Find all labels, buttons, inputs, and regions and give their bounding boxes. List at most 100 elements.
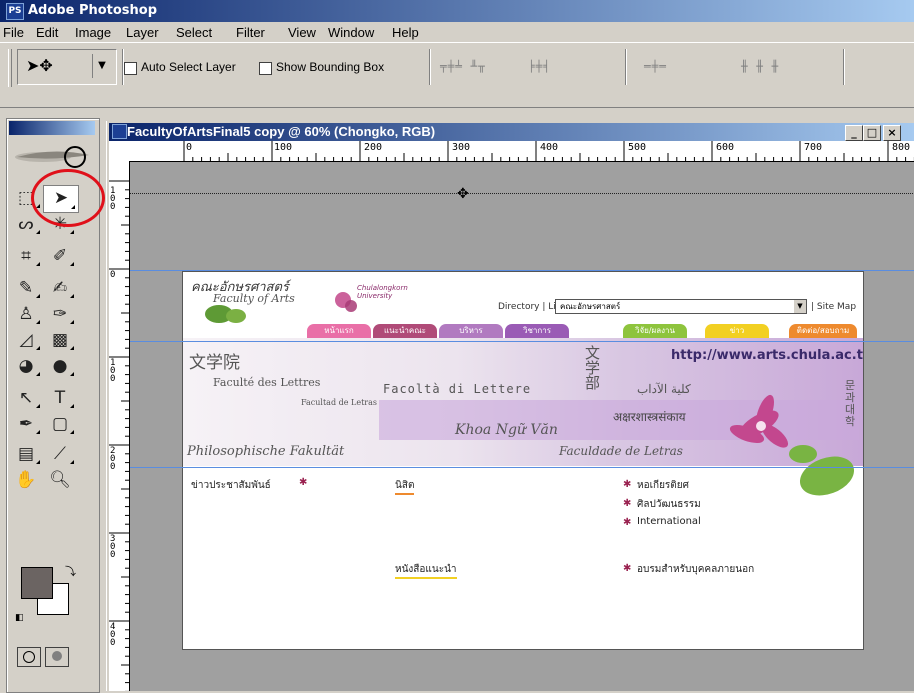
banner-hindi: अक्षरशास्त्रसंकाय bbox=[613, 410, 686, 424]
minimize-button[interactable]: _ bbox=[845, 125, 863, 141]
close-button[interactable]: × bbox=[883, 125, 901, 141]
nav-tab[interactable]: หน้าแรก bbox=[307, 324, 371, 338]
banner-french: Faculté des Lettres bbox=[213, 376, 321, 389]
menu-filter[interactable]: Filter bbox=[236, 25, 265, 40]
align-left-icons[interactable]: ╞╪╡ bbox=[528, 60, 551, 76]
banner-latin-small: Facultad de Letras bbox=[301, 398, 377, 407]
banner-japanese: 文学部 bbox=[585, 344, 601, 392]
menu-file[interactable]: File bbox=[3, 25, 24, 40]
banner-vietnamese: Khoa Ngữ Văn bbox=[455, 422, 558, 438]
site-dropdown[interactable]: คณะอักษรศาสตร์ ▼ bbox=[555, 299, 807, 314]
default-colors-icon[interactable]: ◧ bbox=[15, 613, 24, 623]
star-icon: ✱ bbox=[623, 517, 632, 528]
swap-colors-icon[interactable]: ⤵ bbox=[65, 563, 76, 579]
document-title-bar[interactable]: FacultyOfArtsFinal5 copy @ 60% (Chongko,… bbox=[109, 123, 914, 141]
dropdown-arrow-icon[interactable]: ▼ bbox=[794, 300, 806, 313]
vruler-label: 2 0 0 bbox=[110, 446, 116, 472]
vruler-label: 4 0 0 bbox=[110, 622, 116, 648]
menu-help[interactable]: Help bbox=[392, 25, 419, 40]
show-bbox-label: Show Bounding Box bbox=[276, 60, 385, 74]
guide-line[interactable] bbox=[130, 341, 914, 342]
menu-layer[interactable]: Layer bbox=[126, 25, 159, 40]
zoom-tool-icon[interactable]: 🔍︎ bbox=[43, 467, 77, 493]
document-icon bbox=[112, 124, 127, 139]
guide-line[interactable] bbox=[130, 467, 914, 468]
toolbox-title-bar[interactable] bbox=[9, 121, 95, 135]
hruler-label: 800 bbox=[892, 142, 911, 153]
brush-tool-icon[interactable]: ✍ bbox=[43, 275, 77, 301]
photoshop-app-icon[interactable]: PS bbox=[6, 3, 24, 20]
crop-tool-icon[interactable]: ⌗ bbox=[9, 243, 43, 269]
banner-german: Philosophische Fakultät bbox=[187, 444, 345, 459]
history-brush-tool-icon[interactable]: ✑ bbox=[43, 301, 77, 327]
maximize-button[interactable]: □ bbox=[863, 125, 881, 141]
eyedropper-tool-icon[interactable]: ⟋ bbox=[43, 441, 77, 467]
banner-italian: Facoltà di Lettere bbox=[383, 382, 532, 396]
dodge-tool-icon[interactable]: ● bbox=[43, 353, 77, 379]
options-bar: ➤✥ ▼ Auto Select Layer Show Bounding Box… bbox=[0, 42, 914, 108]
menu-edit[interactable]: Edit bbox=[36, 25, 58, 40]
link-hall-of-fame[interactable]: หอเกียรติยศ bbox=[637, 478, 689, 493]
site-map-link[interactable]: | Site Map bbox=[811, 302, 856, 312]
vruler-label: 1 0 0 bbox=[110, 358, 116, 384]
preset-dropdown-icon[interactable]: ▼ bbox=[92, 54, 111, 78]
nav-tab[interactable]: วิจัย/ผลงาน bbox=[623, 324, 687, 338]
menu-select[interactable]: Select bbox=[176, 25, 212, 40]
type-tool-icon[interactable]: T bbox=[43, 385, 77, 411]
path-selection-tool-icon[interactable]: ↖ bbox=[9, 385, 43, 411]
clone-stamp-tool-icon[interactable]: ♙ bbox=[9, 301, 43, 327]
quick-mask-mode-button[interactable] bbox=[45, 647, 69, 667]
eraser-tool-icon[interactable]: ◿ bbox=[9, 327, 43, 353]
vruler-label: 3 0 0 bbox=[110, 534, 116, 560]
news-nisit-link[interactable]: นิสิต bbox=[395, 478, 415, 495]
gradient-tool-icon[interactable]: ▩ bbox=[43, 327, 77, 353]
news-pr-label[interactable]: ข่าวประชาสัมพันธ์ bbox=[191, 478, 271, 493]
horizontal-ruler[interactable]: 0 100 200 300 400 500 600 700 800 bbox=[129, 141, 914, 162]
website-url[interactable]: http://www.arts.chula.ac.th bbox=[671, 348, 863, 363]
slice-tool-icon[interactable]: ✐ bbox=[43, 243, 77, 269]
link-training[interactable]: อบรมสำหรับบุคคลภายนอก bbox=[637, 562, 754, 577]
link-international[interactable]: International bbox=[637, 516, 701, 527]
hruler-label: 300 bbox=[452, 142, 471, 153]
university-name: Chulalongkorn University bbox=[357, 284, 408, 300]
show-bbox-checkbox[interactable] bbox=[259, 62, 272, 75]
blur-tool-icon[interactable]: ◕ bbox=[9, 353, 43, 379]
photoshop-feather-logo[interactable] bbox=[13, 141, 91, 173]
align-top-icons[interactable]: ╤╪╧ ╨╥ bbox=[440, 60, 486, 76]
tool-preset-picker[interactable]: ➤✥ ▼ bbox=[17, 49, 117, 85]
hand-tool-icon[interactable]: ✋ bbox=[9, 467, 43, 493]
nav-tab[interactable]: ติดต่อ/สอบถาม bbox=[789, 324, 857, 338]
shape-tool-icon[interactable]: ▢ bbox=[43, 411, 77, 437]
options-bar-grip[interactable] bbox=[8, 49, 12, 87]
move-tool-icon: ➤✥ bbox=[26, 56, 53, 75]
hruler-label: 400 bbox=[540, 142, 559, 153]
ruler-origin[interactable] bbox=[109, 141, 130, 162]
healing-brush-tool-icon[interactable]: ✎ bbox=[9, 275, 43, 301]
link-culture[interactable]: ศิลปวัฒนธรรม bbox=[637, 497, 701, 512]
vruler-label: 0 bbox=[110, 270, 116, 280]
news-books-link[interactable]: หนังสือแนะนำ bbox=[395, 562, 457, 579]
app-title-bar[interactable]: PS Adobe Photoshop bbox=[0, 0, 914, 22]
hruler-label: 600 bbox=[716, 142, 735, 153]
nav-tab[interactable]: ข่าว bbox=[705, 324, 769, 338]
foreground-color-swatch[interactable] bbox=[21, 567, 53, 599]
star-icon: ✱ bbox=[299, 477, 308, 488]
distribute-horizontal-icons[interactable]: ╫ ╫ ╫ bbox=[741, 60, 779, 76]
canvas-area[interactable]: ✥ คณะอักษรศาสตร์ Faculty of Arts Chulalo… bbox=[130, 162, 914, 691]
standard-mode-button[interactable] bbox=[17, 647, 41, 667]
vertical-ruler[interactable]: 1 0 0 0 1 0 0 2 0 0 3 0 0 4 0 0 bbox=[109, 161, 130, 691]
menu-image[interactable]: Image bbox=[75, 25, 111, 40]
notes-tool-icon[interactable]: ▤ bbox=[9, 441, 43, 467]
menu-view[interactable]: View bbox=[288, 25, 316, 40]
banner-portuguese: Faculdade de Letras bbox=[559, 444, 683, 458]
auto-select-checkbox[interactable] bbox=[124, 62, 137, 75]
vruler-label: 1 0 0 bbox=[110, 186, 116, 212]
pen-tool-icon[interactable]: ✒ bbox=[9, 411, 43, 437]
move-cursor-icon: ✥ bbox=[457, 186, 469, 202]
nav-tab[interactable]: บริหาร bbox=[439, 324, 503, 338]
menu-window[interactable]: Window bbox=[328, 25, 374, 40]
selection-marquee-line bbox=[130, 193, 914, 194]
nav-tab[interactable]: แนะนำคณะ bbox=[373, 324, 437, 338]
distribute-vertical-icons[interactable]: ═╪═ bbox=[644, 60, 667, 76]
nav-tab[interactable]: วิชาการ bbox=[505, 324, 569, 338]
